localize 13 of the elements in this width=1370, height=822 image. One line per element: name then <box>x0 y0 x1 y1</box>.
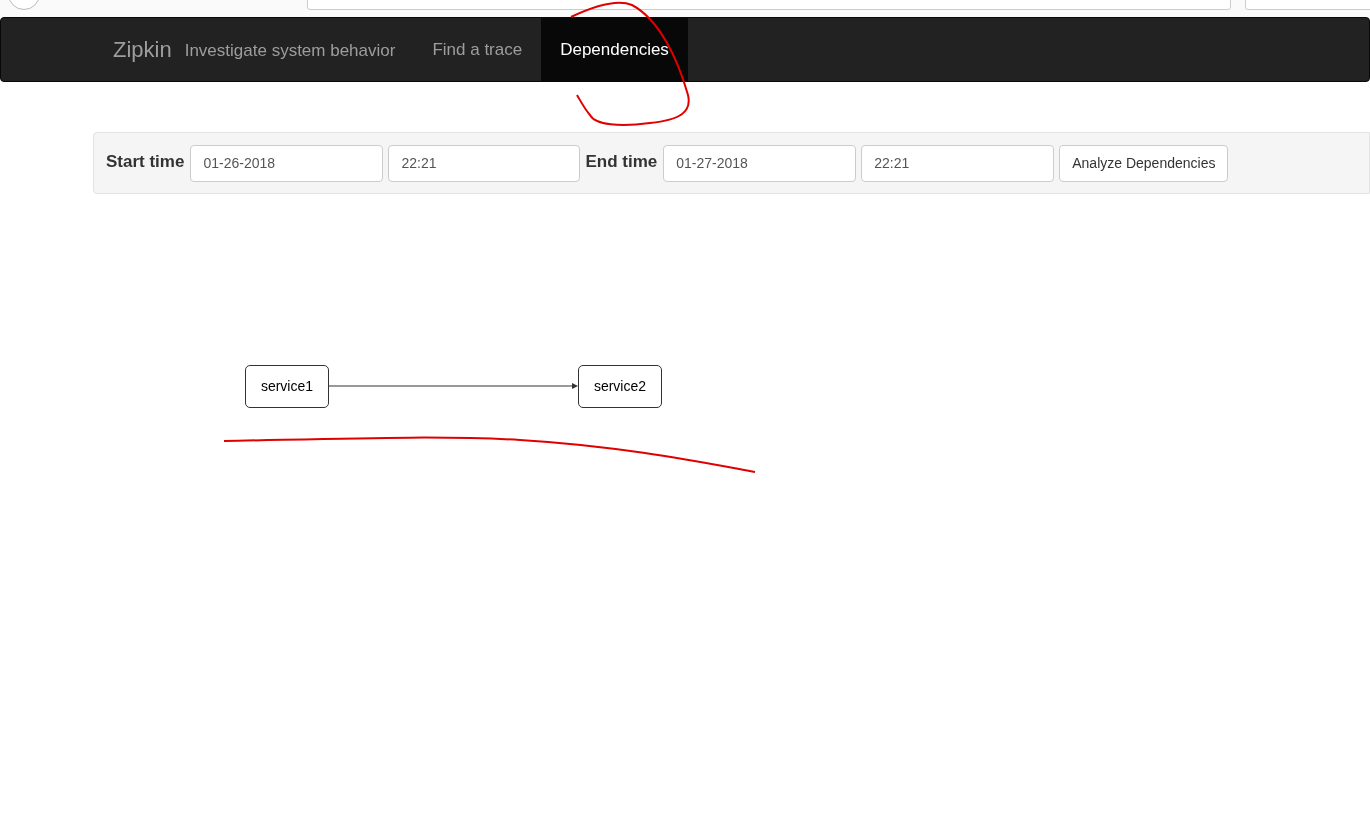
service-node[interactable]: service1 <box>245 365 329 408</box>
service-node[interactable]: service2 <box>578 365 662 408</box>
tagline: Investigate system behavior <box>184 40 396 63</box>
start-time-field[interactable]: 22:21 <box>388 144 581 182</box>
end-time-field[interactable]: 22:21 <box>861 144 1055 182</box>
start-date-field[interactable]: 01-26-2018 <box>190 144 384 182</box>
brand-name[interactable]: Zipkin <box>113 33 172 66</box>
end-time-label: End time <box>585 150 658 173</box>
nav-tab[interactable]: Dependencies <box>541 18 688 81</box>
nav-tab[interactable]: Find a trace <box>413 18 542 81</box>
analyze-dependencies-button[interactable]: Analyze Dependencies <box>1059 144 1229 182</box>
start-time-label: Start time <box>106 150 185 173</box>
end-date-field[interactable]: 01-27-2018 <box>663 144 857 182</box>
